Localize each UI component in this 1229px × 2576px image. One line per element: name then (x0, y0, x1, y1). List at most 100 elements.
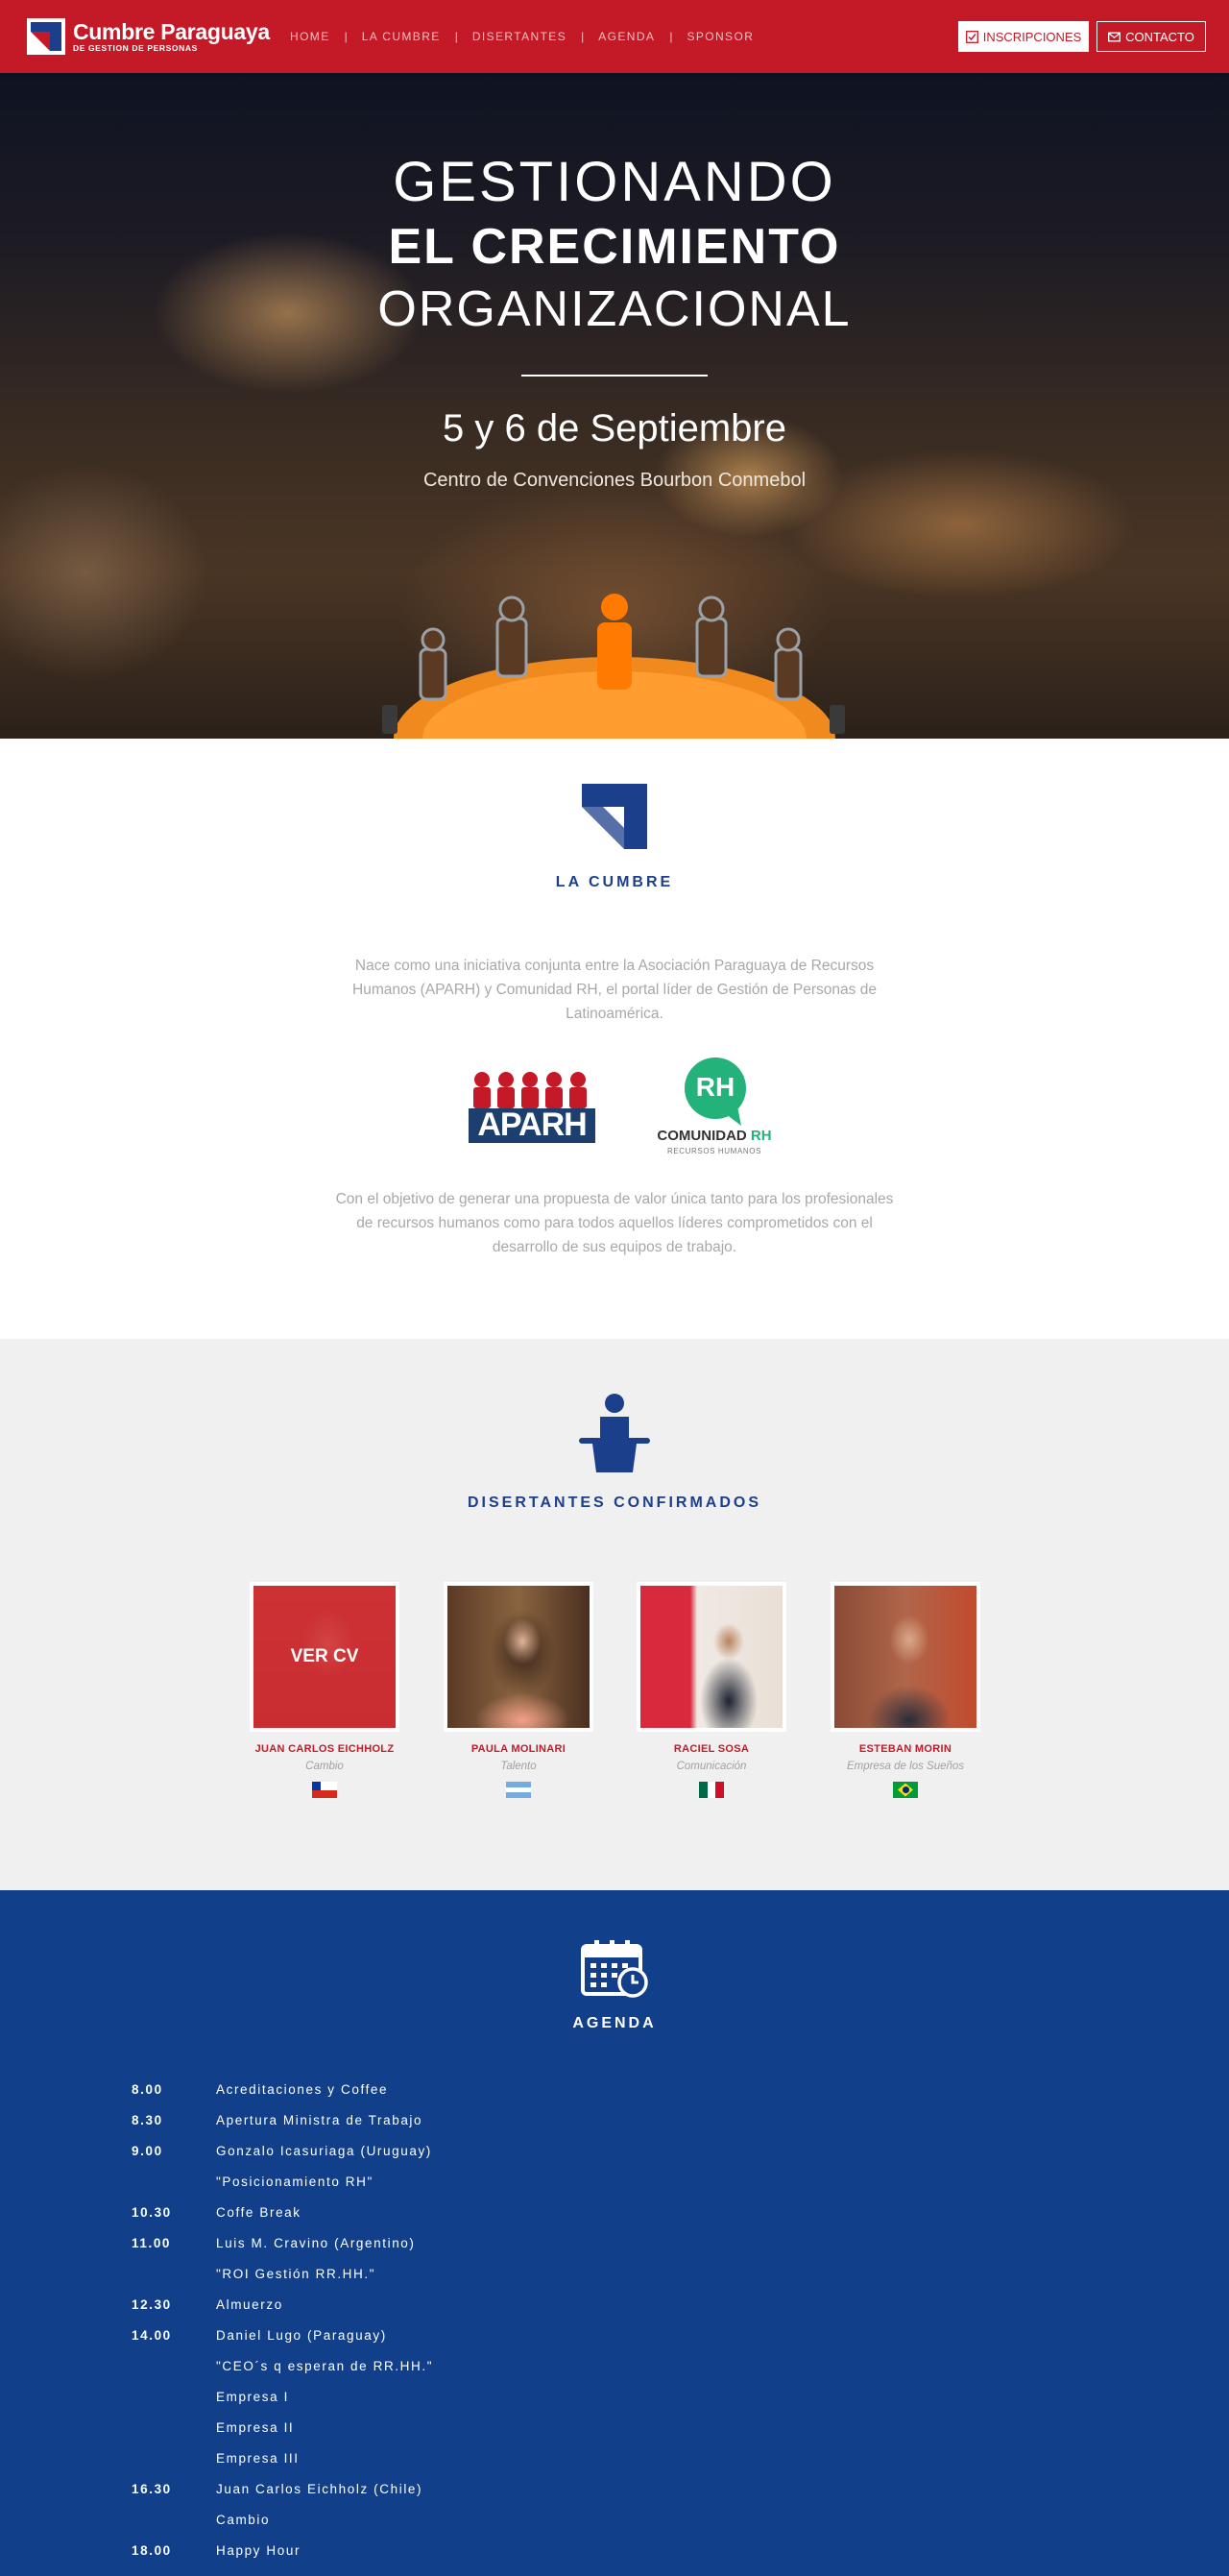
agenda-item: Coffe Break (216, 2205, 301, 2220)
disertantes-section: DISERTANTES CONFIRMADOS VER CV JUAN CARL… (0, 1339, 1229, 1890)
inscripciones-button[interactable]: INSCRIPCIONES (958, 21, 1089, 52)
rh-word: RH (750, 1128, 772, 1144)
agenda-time: 12.30 (132, 2297, 172, 2312)
agenda-item: Empresa I (216, 2390, 289, 2404)
meeting-table-illustration (382, 594, 845, 739)
agenda-time: 14.00 (132, 2328, 172, 2343)
agenda-row: 14.00 Daniel Lugo (Paraguay) (0, 2328, 1229, 2359)
agenda-item: "ROI Gestión RR.HH." (216, 2267, 376, 2281)
brand-logo[interactable]: Cumbre Paraguaya DE GESTION DE PERSONAS (27, 18, 270, 55)
agenda-item: Juan Carlos Eichholz (Chile) (216, 2482, 423, 2496)
envelope-icon (1108, 32, 1121, 41)
hero-divider (521, 375, 708, 377)
agenda-row: Empresa I (0, 2390, 1229, 2420)
hero-banner: GESTIONANDO EL CRECIMIENTO ORGANIZACIONA… (0, 73, 1229, 739)
la-cumbre-outro: Con el objetivo de generar una propuesta… (335, 1191, 894, 1255)
speaker-card[interactable]: VER CV JUAN CARLOS EICHHOLZ Cambio (250, 1582, 399, 1798)
chile-flag-icon (312, 1782, 337, 1798)
cumbre-logo-icon (27, 18, 65, 55)
main-nav: HOME | LA CUMBRE | DISERTANTES | AGENDA … (290, 30, 754, 43)
agenda-item: Apertura Ministra de Trabajo (216, 2113, 423, 2127)
speaker-topic: Empresa de los Sueños (846, 1761, 965, 1772)
speaker-card[interactable]: PAULA MOLINARI Talento (444, 1582, 593, 1798)
contacto-label: CONTACTO (1125, 29, 1194, 44)
argentina-flag-icon (506, 1782, 531, 1798)
nav-la-cumbre[interactable]: LA CUMBRE (362, 30, 441, 43)
nav-separator: | (669, 30, 673, 43)
speaker-podium-icon (579, 1394, 650, 1472)
top-navbar: Cumbre Paraguaya DE GESTION DE PERSONAS … (0, 0, 1229, 73)
agenda-row: 8.00 Acreditaciones y Coffee (0, 2082, 1229, 2113)
disertantes-title: DISERTANTES CONFIRMADOS (467, 1495, 762, 1511)
nav-agenda[interactable]: AGENDA (598, 30, 655, 43)
event-date: 5 y 6 de Septiembre (443, 407, 786, 450)
brand-title: Cumbre Paraguaya (73, 19, 270, 44)
nav-home[interactable]: HOME (290, 30, 330, 43)
agenda-title: AGENDA (572, 2015, 657, 2031)
agenda-item: Luis M. Cravino (Argentino) (216, 2236, 416, 2250)
agenda-section: AGENDA 8.00 Acreditaciones y Coffee 8.30 A… (0, 1890, 1229, 2576)
speaker-card[interactable]: ESTEBAN MORIN Empresa de los Sueños (831, 1582, 980, 1798)
agenda-time: 8.00 (132, 2082, 163, 2097)
comunidad-word: COMUNIDAD (657, 1128, 747, 1144)
agenda-row: "ROI Gestión RR.HH." (0, 2267, 1229, 2297)
agenda-item: Acreditaciones y Coffee (216, 2082, 389, 2097)
agenda-time: 16.30 (132, 2482, 172, 2496)
agenda-item: Cambio (216, 2513, 271, 2527)
la-cumbre-intro: Nace como una iniciativa conjunta entre … (352, 958, 877, 1022)
speaker-card[interactable]: RACIEL SOSA Comunicación (637, 1582, 786, 1798)
agenda-row: 10.30 Coffe Break (0, 2205, 1229, 2236)
agenda-item: Empresa III (216, 2451, 300, 2466)
contacto-button[interactable]: CONTACTO (1096, 21, 1206, 52)
speaker-name: RACIEL SOSA (673, 1743, 750, 1755)
agenda-row: "CEO´s q esperan de RR.HH." (0, 2359, 1229, 2390)
agenda-row: 18.00 Happy Hour (0, 2543, 1229, 2574)
speaker-name: JUAN CARLOS EICHHOLZ (254, 1743, 395, 1755)
speaker-photo[interactable] (444, 1582, 593, 1732)
hero-title-line2: EL CRECIMIENTO (388, 219, 841, 275)
hero-title-line3: ORGANIZACIONAL (377, 281, 852, 337)
speaker-photo[interactable] (637, 1582, 786, 1732)
comunidad-rh-tagline: RECURSOS HUMANOS (666, 1147, 762, 1155)
agenda-row: 8.30 Apertura Ministra de Trabajo (0, 2113, 1229, 2144)
brazil-flag-icon (893, 1782, 918, 1798)
nav-sponsor[interactable]: SPONSOR (687, 30, 754, 43)
nav-disertantes[interactable]: DISERTANTES (472, 30, 566, 43)
speaker-topic: Cambio (305, 1761, 344, 1772)
speaker-name: PAULA MOLINARI (470, 1743, 566, 1755)
agenda-row: 12.30 Almuerzo (0, 2297, 1229, 2328)
agenda-time: 18.00 (132, 2543, 172, 2558)
agenda-item: Happy Hour (216, 2543, 301, 2558)
agenda-row: Empresa III (0, 2451, 1229, 2482)
comunidad-rh-logo: RH COMUNIDAD RH RECURSOS HUMANOS (651, 1057, 778, 1162)
agenda-time: 8.30 (132, 2113, 163, 2127)
inscripciones-label: INSCRIPCIONES (982, 29, 1082, 44)
la-cumbre-title: LA CUMBRE (555, 874, 674, 890)
calendar-clock-icon (581, 1940, 648, 1998)
checkbox-icon (965, 30, 978, 43)
agenda-time: 10.30 (132, 2205, 172, 2220)
speaker-photo[interactable]: VER CV (250, 1582, 399, 1732)
speaker-photo[interactable] (831, 1582, 980, 1732)
rh-badge-text: RH (695, 1072, 735, 1102)
agenda-row: "Posicionamiento RH" (0, 2175, 1229, 2205)
hero-title-line1: GESTIONANDO (393, 151, 836, 213)
mexico-flag-icon (699, 1782, 724, 1798)
agenda-row: Cambio (0, 2513, 1229, 2543)
agenda-item: "CEO´s q esperan de RR.HH." (216, 2359, 434, 2373)
ver-cv-overlay[interactable]: VER CV (253, 1586, 396, 1728)
agenda-time: 11.00 (132, 2236, 172, 2250)
cumbre-emblem-icon (582, 784, 647, 849)
agenda-item: Gonzalo Icasuriaga (Uruguay) (216, 2144, 432, 2158)
aparh-logo-text: APARH (477, 1106, 587, 1143)
agenda-time: 9.00 (132, 2144, 163, 2158)
event-venue: Centro de Convenciones Bourbon Conmebol (422, 470, 807, 491)
comunidad-rh-name: COMUNIDAD RH (651, 1128, 778, 1144)
brand-subtitle: DE GESTION DE PERSONAS (73, 43, 198, 53)
agenda-item: "Posicionamiento RH" (216, 2175, 374, 2189)
nav-separator: | (454, 30, 458, 43)
speaker-name: ESTEBAN MORIN (858, 1743, 952, 1755)
agenda-row: 16.30 Juan Carlos Eichholz (Chile) (0, 2482, 1229, 2513)
nav-separator: | (581, 30, 585, 43)
agenda-row: Empresa II (0, 2420, 1229, 2451)
